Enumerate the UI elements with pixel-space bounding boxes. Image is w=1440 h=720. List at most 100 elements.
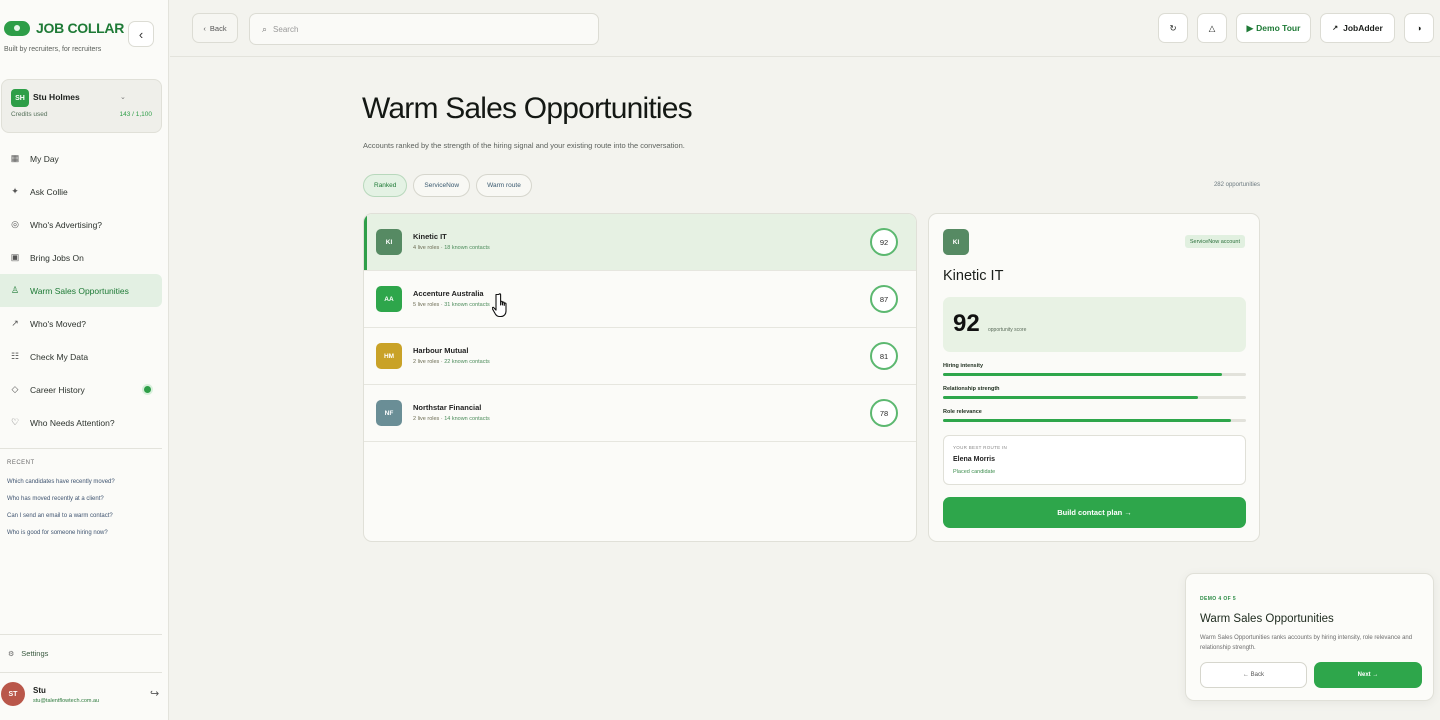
collapse-sidebar-button[interactable]: ‹ (128, 21, 154, 47)
recent-list: Which candidates have recently moved? Wh… (7, 479, 115, 547)
search-input[interactable] (273, 24, 574, 34)
avatar[interactable]: ST (1, 682, 25, 706)
live-roles: 2 live roles (413, 416, 440, 422)
avatar: KI (943, 229, 969, 255)
best-route-label: YOUR BEST ROUTE IN (953, 445, 1008, 450)
list-item[interactable]: AA Accenture Australia 5 live roles · 31… (364, 271, 916, 328)
back-label: Back (209, 23, 227, 33)
known-contacts: 18 known contacts (444, 245, 490, 251)
metric-fill (943, 373, 1222, 376)
best-route-relation: Placed candidate (953, 469, 996, 475)
sidebar-item-my-day[interactable]: ▦ My Day (0, 142, 162, 175)
metric-label: Role relevance (943, 409, 982, 415)
external-link-icon: ↗ (1332, 25, 1339, 32)
sidebar-item-ask-collie[interactable]: ✦ Ask Collie (0, 175, 162, 208)
footer-user-name: Stu (33, 686, 46, 695)
account-name: Northstar Financial (413, 403, 482, 412)
app-name: JOB COLLAR (36, 20, 125, 36)
sidebar-item-warm-sales-opportunities[interactable]: ♙ Warm Sales Opportunities (0, 274, 162, 307)
list-item[interactable]: HM Harbour Mutual 2 live roles · 22 know… (364, 328, 916, 385)
search-box[interactable]: ⌕ (249, 13, 599, 45)
filter-chip-servicenow[interactable]: ServiceNow (413, 174, 471, 197)
refresh-button[interactable]: ↻ (1158, 13, 1188, 43)
score-badge: 78 (870, 399, 898, 427)
chevron-left-icon: ‹ (138, 26, 144, 42)
sidebar-item-whos-advertising[interactable]: ◎ Who's Advertising? (0, 208, 162, 241)
chevron-down-icon: ⌄ (120, 94, 126, 101)
account-switcher[interactable]: SH Stu Holmes ⌄ Credits used 143 / 1,100 (1, 79, 162, 133)
chevron-left-icon: ‹ (203, 23, 206, 33)
jobadder-button[interactable]: ↗ JobAdder (1320, 13, 1395, 43)
status-dot-icon (144, 386, 151, 393)
main-nav: ▦ My Day ✦ Ask Collie ◎ Who's Advertisin… (0, 142, 162, 439)
sidebar-item-who-needs-attention[interactable]: ♡ Who Needs Attention? (0, 406, 162, 439)
tour-title: Warm Sales Opportunities (1200, 613, 1334, 625)
account-meta: 2 live roles · 22 known contacts (413, 359, 490, 365)
play-icon: ▶ (1246, 22, 1254, 33)
settings-label: Settings (21, 649, 49, 658)
recent-heading: RECENT (7, 460, 35, 466)
live-roles: 4 live roles (413, 245, 440, 251)
person-icon: ♙ (10, 285, 20, 295)
recent-item[interactable]: Can I send an email to a warm contact? (7, 513, 115, 530)
bell-icon: △ (1208, 22, 1216, 33)
refresh-icon: ↻ (1169, 22, 1177, 33)
known-contacts: 31 known contacts (444, 302, 490, 308)
logout-icon[interactable]: ↪ (150, 687, 159, 700)
sidebar-item-check-my-data[interactable]: ☷ Check My Data (0, 340, 162, 373)
recent-item[interactable]: Who has moved recently at a client? (7, 496, 115, 513)
sidebar: JOB COLLAR Built by recruiters, for recr… (0, 0, 169, 720)
best-route-card[interactable]: YOUR BEST ROUTE IN Elena Morris Placed c… (943, 435, 1246, 485)
sidebar-item-label: My Day (30, 153, 59, 164)
filter-chip-ranked[interactable]: Ranked (363, 174, 408, 197)
metric-fill (943, 396, 1198, 399)
list-item[interactable]: NF Northstar Financial 2 live roles · 14… (364, 385, 916, 442)
account-name: Harbour Mutual (413, 346, 469, 355)
tour-next-button[interactable]: Next → (1314, 662, 1422, 688)
divider (0, 634, 162, 635)
divider (0, 672, 162, 673)
settings-link[interactable]: ⚙ Settings (8, 649, 48, 658)
live-roles: 2 live roles (413, 359, 440, 365)
list-item[interactable]: KI Kinetic IT 4 live roles · 18 known co… (364, 214, 916, 271)
avatar: NF (376, 400, 402, 426)
briefcase-icon: ▣ (10, 252, 20, 262)
account-name: Kinetic IT (413, 232, 447, 241)
avatar: SH (11, 89, 29, 107)
heart-icon: ♡ (10, 417, 20, 427)
sidebar-item-bring-jobs-on[interactable]: ▣ Bring Jobs On (0, 241, 162, 274)
recent-item[interactable]: Who is good for someone hiring now? (7, 530, 115, 547)
account-detail-panel: KI ServiceNow account Kinetic IT 92 oppo… (928, 213, 1260, 542)
metric-relationship-strength: Relationship strength (943, 386, 1246, 399)
metric-role-relevance: Role relevance (943, 409, 1246, 422)
back-button[interactable]: ‹ Back (192, 13, 238, 43)
status-badge: ServiceNow account (1184, 235, 1245, 248)
collar-logo-icon (4, 20, 30, 36)
sidebar-item-whos-moved[interactable]: ↗ Who's Moved? (0, 307, 162, 340)
divider (0, 448, 162, 449)
top-bar: ‹ Back ⌕ ↻ △ ▶ Demo Tour ↗ JobAdder ◑ (170, 0, 1440, 57)
recent-item[interactable]: Which candidates have recently moved? (7, 479, 115, 496)
app-logo[interactable]: JOB COLLAR (4, 20, 124, 36)
score-badge: 92 (870, 228, 898, 256)
sidebar-item-career-history[interactable]: ◇ Career History (0, 373, 162, 406)
metric-fill (943, 419, 1231, 422)
opportunity-score: 92 (953, 310, 980, 337)
tour-back-button[interactable]: ← Back (1200, 662, 1307, 688)
metric-track (943, 396, 1246, 399)
opportunity-count: 282 opportunities (1213, 182, 1260, 188)
build-contact-plan-button[interactable]: Build contact plan → (943, 497, 1246, 528)
demo-tour-button[interactable]: ▶ Demo Tour (1236, 13, 1311, 43)
notifications-button[interactable]: △ (1197, 13, 1227, 43)
page-subtitle: Accounts ranked by the strength of the h… (363, 141, 685, 150)
filter-chip-warm-route[interactable]: Warm route (476, 174, 532, 197)
search-icon: ⌕ (262, 23, 268, 34)
page-title: Warm Sales Opportunities (362, 92, 693, 125)
sidebar-item-label: Career History (30, 384, 85, 395)
metric-hiring-intensity: Hiring intensity (943, 363, 1246, 376)
avatar: KI (376, 229, 402, 255)
best-route-name: Elena Morris (953, 456, 996, 463)
half-circle-icon: ◑ (1416, 23, 1422, 33)
theme-toggle-button[interactable]: ◑ (1404, 13, 1434, 43)
live-roles: 5 live roles (413, 302, 440, 308)
